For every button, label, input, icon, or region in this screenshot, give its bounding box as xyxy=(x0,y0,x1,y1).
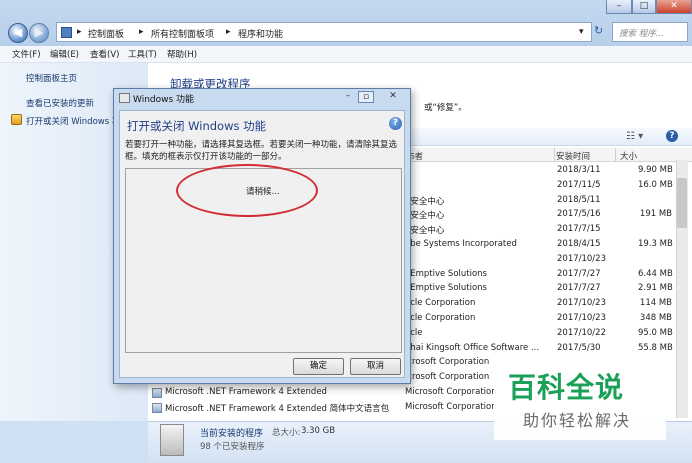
status-total-size: 3.30 GB xyxy=(301,426,336,436)
column-install-date[interactable]: 安装时间 xyxy=(556,150,590,162)
program-size: 114 MB xyxy=(639,298,672,309)
status-total-label: 总大小: xyxy=(272,428,301,438)
program-install-date: 2017/10/23 xyxy=(557,298,606,309)
ok-button[interactable]: 确定 xyxy=(293,358,344,375)
refresh-icon[interactable]: ↻ xyxy=(594,24,608,40)
address-separator-icon: ▸ xyxy=(77,27,82,37)
column-divider xyxy=(554,148,555,162)
close-button[interactable]: ✕ xyxy=(656,0,692,14)
highlight-ellipse xyxy=(176,164,318,217)
shield-icon xyxy=(11,114,22,125)
program-publisher: icrosoft Corporation xyxy=(405,372,490,383)
program-install-date: 2017/7/27 xyxy=(557,283,601,294)
menu-view[interactable]: 查看(V) xyxy=(90,48,119,60)
search-input[interactable]: 搜索 程序... xyxy=(612,22,688,42)
view-options-icon[interactable]: ☷ ▾ xyxy=(626,131,643,142)
program-size: 9.90 MB xyxy=(638,165,673,175)
status-label: 当前安装的程序 xyxy=(200,429,264,439)
program-publisher: icrosoft Corporation xyxy=(405,357,490,368)
watermark-tagline: 助你轻松解决 xyxy=(523,411,632,430)
sidebar-item-updates[interactable]: 查看已安装的更新 xyxy=(26,97,94,109)
sidebar-item-home[interactable]: 控制面板主页 xyxy=(26,72,77,84)
program-size: 191 MB xyxy=(639,209,672,220)
menu-tools[interactable]: 工具(T) xyxy=(128,48,157,60)
dialog-heading: 打开或关闭 Windows 功能 xyxy=(127,119,267,133)
program-install-date: 2017/5/30 xyxy=(557,342,601,353)
program-publisher: acle Corporation xyxy=(405,298,476,309)
program-icon xyxy=(152,402,162,413)
program-install-date: 2017/5/16 xyxy=(557,209,601,220)
program-install-date: 2018/3/11 xyxy=(557,165,601,175)
maximize-button[interactable]: □ xyxy=(632,0,656,14)
back-button[interactable]: ◀ xyxy=(8,23,28,43)
program-install-date: 2018/4/15 xyxy=(557,239,601,249)
program-install-date: 2017/10/23 xyxy=(557,253,606,264)
column-divider xyxy=(615,148,616,162)
dialog-minimize-button[interactable]: – xyxy=(340,91,356,103)
dialog-window-title: Windows 功能 xyxy=(133,95,195,105)
program-install-date: 2017/7/15 xyxy=(557,224,601,235)
program-install-date: 2017/10/23 xyxy=(557,313,606,323)
dialog-help-icon[interactable]: ? xyxy=(389,117,402,130)
program-size: 6.44 MB xyxy=(638,268,673,279)
program-size: 19.3 MB xyxy=(638,239,673,249)
address-dropdown-icon[interactable]: ▾ xyxy=(579,27,584,37)
program-publisher: eEmptive Solutions xyxy=(405,283,487,294)
breadcrumb-control-panel[interactable]: 控制面板 xyxy=(88,27,124,40)
dialog-window-icon xyxy=(119,93,130,103)
menu-help[interactable]: 帮助(H) xyxy=(167,48,197,60)
program-publisher: uhai Kingsoft Office Software ... xyxy=(405,342,540,353)
help-icon[interactable]: ? xyxy=(666,130,678,142)
program-name: Microsoft .NET Framework 4 Extended 简体中文… xyxy=(165,403,390,414)
address-bar[interactable]: ▸ 控制面板 ▸ 所有控制面板项 ▸ 程序和功能 ▾ xyxy=(56,22,592,42)
program-size: 16.0 MB xyxy=(638,179,673,190)
program-size: 348 MB xyxy=(639,313,672,323)
program-publisher: Microsoft Corporation xyxy=(405,387,497,397)
watermark-logo-text: 百科全说 xyxy=(508,371,625,404)
program-size: 55.8 MB xyxy=(638,342,673,353)
dialog-instructions-line2: 框。填充的框表示仅打开该功能的一部分。 xyxy=(125,152,287,162)
list-toolbar: ☷ ▾ ? xyxy=(398,128,692,146)
address-separator-icon: ▸ xyxy=(139,27,144,37)
program-install-date: 2018/5/11 xyxy=(557,194,601,205)
program-publisher: Microsoft Corporation xyxy=(405,401,497,412)
program-name: Microsoft .NET Framework 4 Extended xyxy=(165,387,327,397)
program-size: 95.0 MB xyxy=(638,327,673,338)
status-count: 98 个已安装程序 xyxy=(200,442,265,452)
programs-icon xyxy=(160,424,184,456)
breadcrumb-all-items[interactable]: 所有控制面板项 xyxy=(151,27,214,40)
column-size[interactable]: 大小 xyxy=(620,150,637,162)
menu-bar: 文件(F) 编辑(E) 查看(V) 工具(T) 帮助(H) xyxy=(0,46,692,63)
cancel-button[interactable]: 取消 xyxy=(350,358,401,375)
program-install-date: 2017/10/22 xyxy=(557,327,606,338)
page-description: 或“修复”。 xyxy=(424,103,467,113)
program-publisher: acle Corporation xyxy=(405,313,476,323)
minimize-button[interactable]: – xyxy=(606,0,632,14)
forward-button[interactable]: ▶ xyxy=(29,23,49,43)
address-separator-icon: ▸ xyxy=(226,27,231,37)
menu-edit[interactable]: 编辑(E) xyxy=(50,48,79,60)
column-header: 布者 安装时间 大小 xyxy=(398,148,692,162)
program-install-date: 2017/7/27 xyxy=(557,268,601,279)
breadcrumb-programs[interactable]: 程序和功能 xyxy=(238,27,283,40)
control-panel-icon xyxy=(61,27,72,38)
program-icon xyxy=(152,388,162,398)
program-size: 2.91 MB xyxy=(638,283,673,294)
menu-file[interactable]: 文件(F) xyxy=(12,48,41,60)
scrollbar-thumb[interactable] xyxy=(677,178,687,228)
program-install-date: 2017/11/5 xyxy=(557,179,601,190)
dialog-close-button[interactable]: ✕ xyxy=(385,91,401,103)
dialog-instructions-line1: 若要打开一种功能，请选择其复选框。若要关闭一种功能，请清除其复选 xyxy=(125,140,398,150)
dialog-maximize-button[interactable]: ▫ xyxy=(358,91,374,103)
program-publisher: eEmptive Solutions xyxy=(405,268,487,279)
program-publisher: obe Systems Incorporated xyxy=(405,239,517,249)
